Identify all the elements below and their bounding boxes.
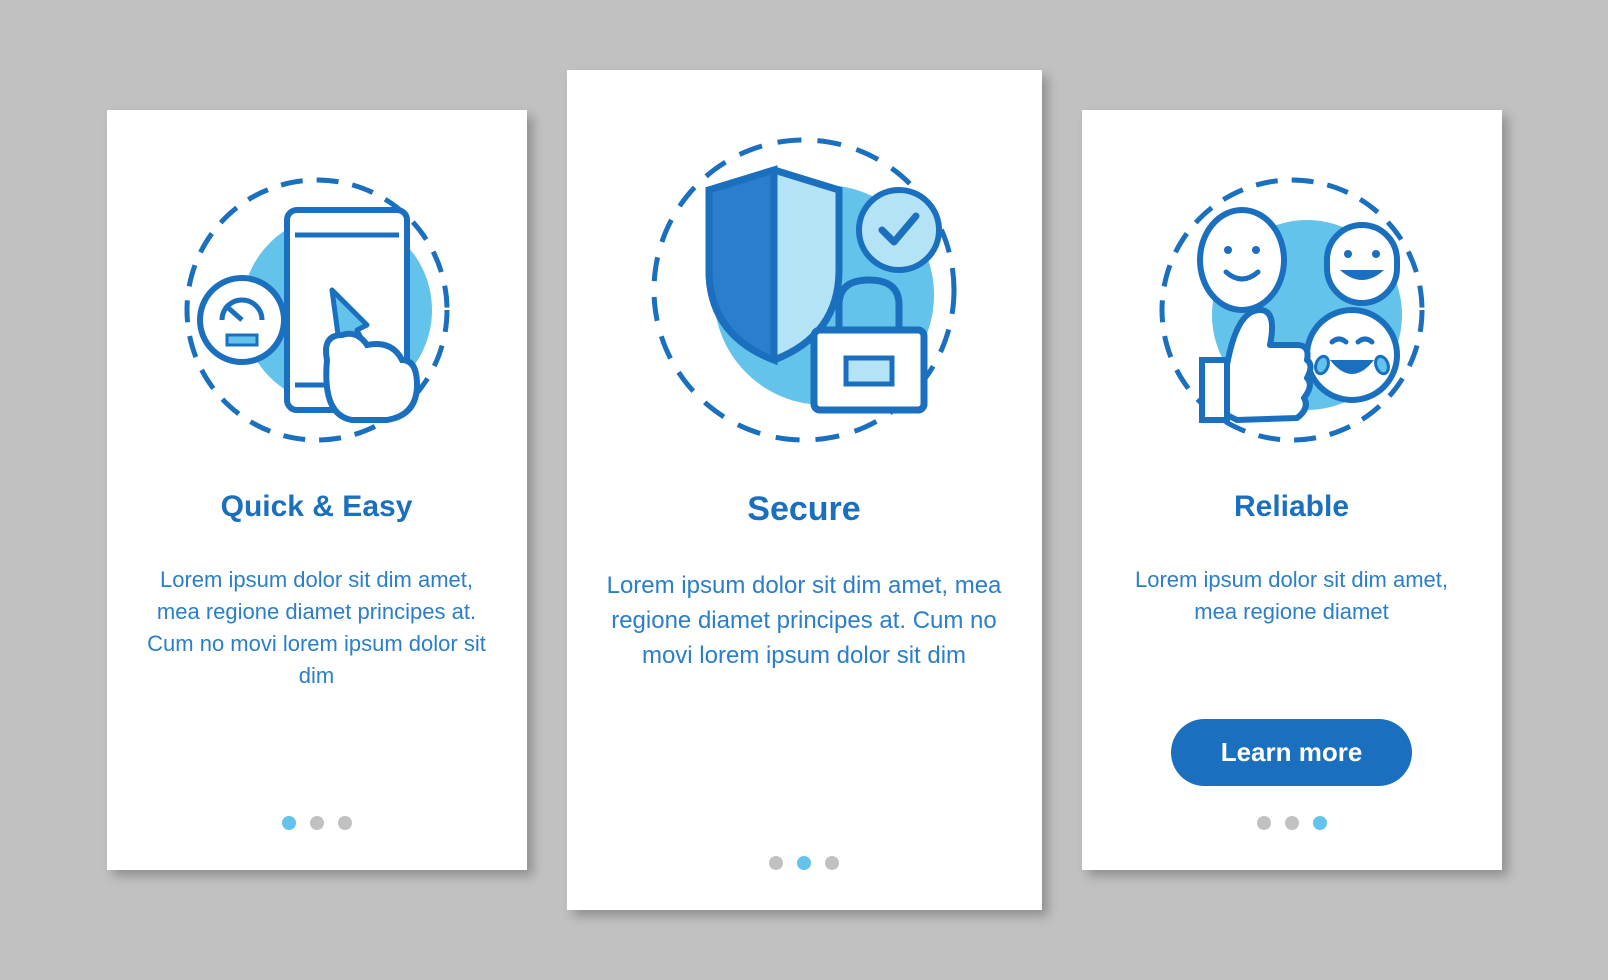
onboarding-card-quick-easy: Quick & Easy Lorem ipsum dolor sit dim a… (107, 110, 527, 870)
onboarding-card-secure: Secure Lorem ipsum dolor sit dim amet, m… (567, 70, 1042, 910)
card-body: Lorem ipsum dolor sit dim amet, mea regi… (147, 564, 487, 786)
dot-3[interactable] (825, 856, 839, 870)
dot-2[interactable] (797, 856, 811, 870)
shield-lock-icon (634, 120, 974, 460)
dot-3[interactable] (338, 816, 352, 830)
onboarding-card-reliable: Reliable Lorem ipsum dolor sit dim amet,… (1082, 110, 1502, 870)
learn-more-button[interactable]: Learn more (1171, 719, 1413, 786)
card-body: Lorem ipsum dolor sit dim amet, mea regi… (607, 569, 1002, 826)
dot-1[interactable] (1257, 816, 1271, 830)
dot-2[interactable] (1285, 816, 1299, 830)
dot-1[interactable] (769, 856, 783, 870)
card-body: Lorem ipsum dolor sit dim amet, mea regi… (1122, 564, 1462, 691)
speed-tap-icon (167, 160, 467, 460)
dot-3[interactable] (1313, 816, 1327, 830)
pagination-dots (282, 816, 352, 830)
card-title: Quick & Easy (221, 490, 413, 524)
card-title: Secure (747, 490, 860, 529)
pagination-dots (1257, 816, 1327, 830)
thumbs-up-icon (1142, 160, 1442, 460)
dot-1[interactable] (282, 816, 296, 830)
pagination-dots (769, 856, 839, 870)
dot-2[interactable] (310, 816, 324, 830)
card-title: Reliable (1234, 490, 1349, 524)
